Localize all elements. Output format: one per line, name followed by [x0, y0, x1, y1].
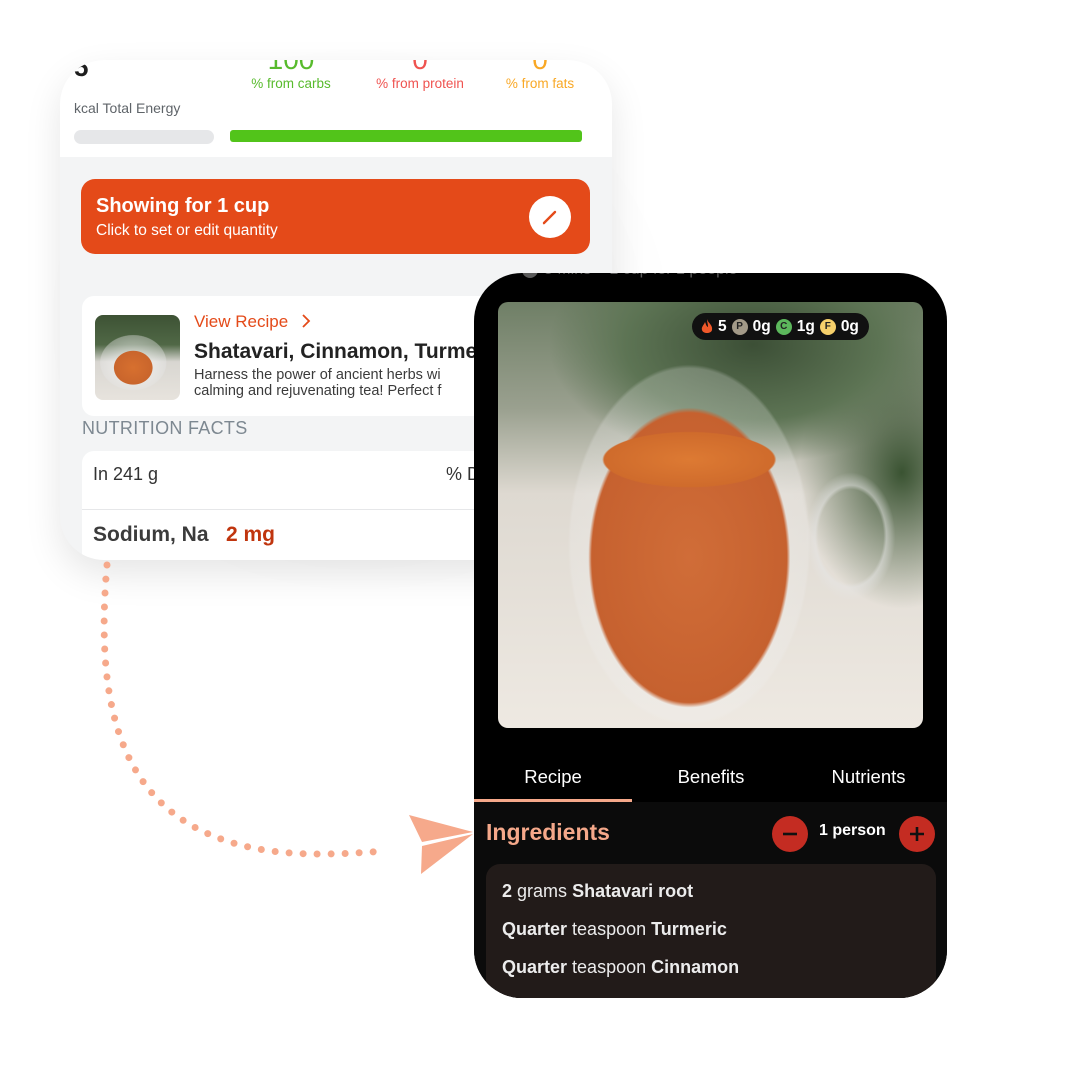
- recipe-phone-screen: 5 Mins ≡ 1 cup for 1 people 5 P 0g C 1g …: [474, 273, 947, 998]
- recipe-description-line: Harness the power of ancient herbs wi: [194, 367, 441, 383]
- macro-carbs: 100 % from carbs: [243, 60, 339, 91]
- increase-servings-button[interactable]: [899, 816, 935, 852]
- fire-icon: [701, 318, 713, 333]
- fat-badge-icon: F: [819, 318, 836, 335]
- recipe-name: Shatavari, Cinnamon, Turme: [194, 340, 478, 363]
- ingredient-item: Quarter teaspoon Cinnamon: [502, 957, 739, 978]
- ingredient-qty: Quarter: [502, 919, 568, 939]
- ingredient-qty: Quarter: [502, 957, 568, 977]
- carbs-label: % from carbs: [251, 76, 331, 91]
- carbs-progress-fill: [230, 130, 582, 142]
- recipe-thumbnail: [95, 315, 180, 400]
- pencil-icon: [542, 210, 557, 225]
- chevron-right-icon: [302, 314, 311, 328]
- quantity-title: Showing for 1 cup: [96, 195, 270, 217]
- protein-badge-icon: P: [731, 318, 748, 335]
- clock-icon: [522, 273, 538, 278]
- ingredient-unit: teaspoon: [572, 919, 647, 939]
- protein-value: 0g: [752, 317, 771, 335]
- recipe-meta-text: 5 Mins ≡ 1 cup for 1 people: [544, 273, 737, 278]
- ingredient-item: 2 grams Shatavari root: [502, 881, 693, 902]
- nutrient-amount: 2 mg: [226, 523, 276, 546]
- energy-progress-track: [74, 130, 214, 144]
- paper-plane-icon: [409, 815, 473, 874]
- quantity-subtitle: Click to set or edit quantity: [96, 222, 278, 239]
- tab-benefits[interactable]: Benefits: [632, 766, 790, 788]
- serving-size: In 241 g: [93, 464, 159, 484]
- carbs-progress-bar: [230, 130, 582, 142]
- carbs-value: 1g: [796, 317, 815, 335]
- ingredient-unit: grams: [517, 881, 568, 901]
- recipe-description: Harness the power of ancient herbs wi ca…: [194, 367, 441, 399]
- fats-label: % from fats: [505, 76, 575, 91]
- macro-summary-pill: 5 P 0g C 1g F 0g: [692, 313, 869, 340]
- minus-icon: [783, 832, 797, 836]
- decrease-servings-button[interactable]: [772, 816, 808, 852]
- ingredient-name: Cinnamon: [651, 957, 740, 977]
- ingredient-name: Shatavari root: [572, 881, 694, 901]
- carbs-percent: 100: [243, 60, 339, 74]
- kcal-value: 5: [74, 60, 89, 82]
- recipe-hero-image: 5 P 0g C 1g F 0g: [498, 302, 923, 728]
- ingredients-list: 2 grams Shatavari root Quarter teaspoon …: [486, 864, 936, 998]
- recipe-meta: 5 Mins ≡ 1 cup for 1 people: [522, 273, 737, 279]
- view-recipe-label: View Recipe: [194, 312, 289, 331]
- ingredient-item: Quarter teaspoon Turmeric: [502, 919, 727, 940]
- dotted-connector-path: [100, 561, 389, 858]
- ingredient-unit: teaspoon: [572, 957, 647, 977]
- nutrition-header-row: In 241 g % D: [82, 451, 512, 510]
- energy-summary: 5 kcal Total Energy 100 % from carbs 0 %…: [60, 60, 612, 157]
- protein-percent: 0: [365, 60, 475, 74]
- ingredient-qty: 2: [502, 881, 513, 901]
- tab-recipe[interactable]: Recipe: [474, 766, 632, 788]
- fat-value: 0g: [840, 317, 859, 335]
- fats-percent: 0: [498, 60, 582, 74]
- view-recipe-link[interactable]: View Recipe: [194, 312, 313, 332]
- recipe-description-line: calming and rejuvenating tea! Perfect f: [194, 383, 442, 399]
- edit-quantity-button[interactable]: [529, 196, 571, 238]
- tab-nutrients[interactable]: Nutrients: [790, 766, 947, 788]
- nutrition-facts-heading: NUTRITION FACTS: [82, 418, 248, 438]
- calories-value: 5: [718, 317, 727, 335]
- plus-icon: [910, 827, 924, 841]
- servings-count: 1 person: [819, 822, 886, 839]
- kcal-label: kcal Total Energy: [74, 100, 181, 116]
- recipe-card[interactable]: View Recipe Shatavari, Cinnamon, Turme H…: [82, 296, 502, 416]
- carbs-badge-icon: C: [775, 318, 792, 335]
- recipe-tabs: Recipe Benefits Nutrients: [474, 753, 947, 803]
- quantity-banner[interactable]: Showing for 1 cup Click to set or edit q…: [81, 179, 590, 254]
- ingredients-heading: Ingredients: [486, 819, 610, 845]
- nutrient-name: Sodium, Na: [93, 523, 209, 546]
- macro-fats: 0 % from fats: [498, 60, 582, 91]
- protein-label: % from protein: [376, 76, 464, 91]
- nutrition-facts-table: In 241 g % D Sodium, Na 2 mg: [82, 451, 512, 560]
- ingredient-name: Turmeric: [651, 919, 727, 939]
- recipe-tab-panel: Ingredients 1 person 2 grams Shatavari r…: [474, 802, 947, 998]
- macro-protein: 0 % from protein: [365, 60, 475, 91]
